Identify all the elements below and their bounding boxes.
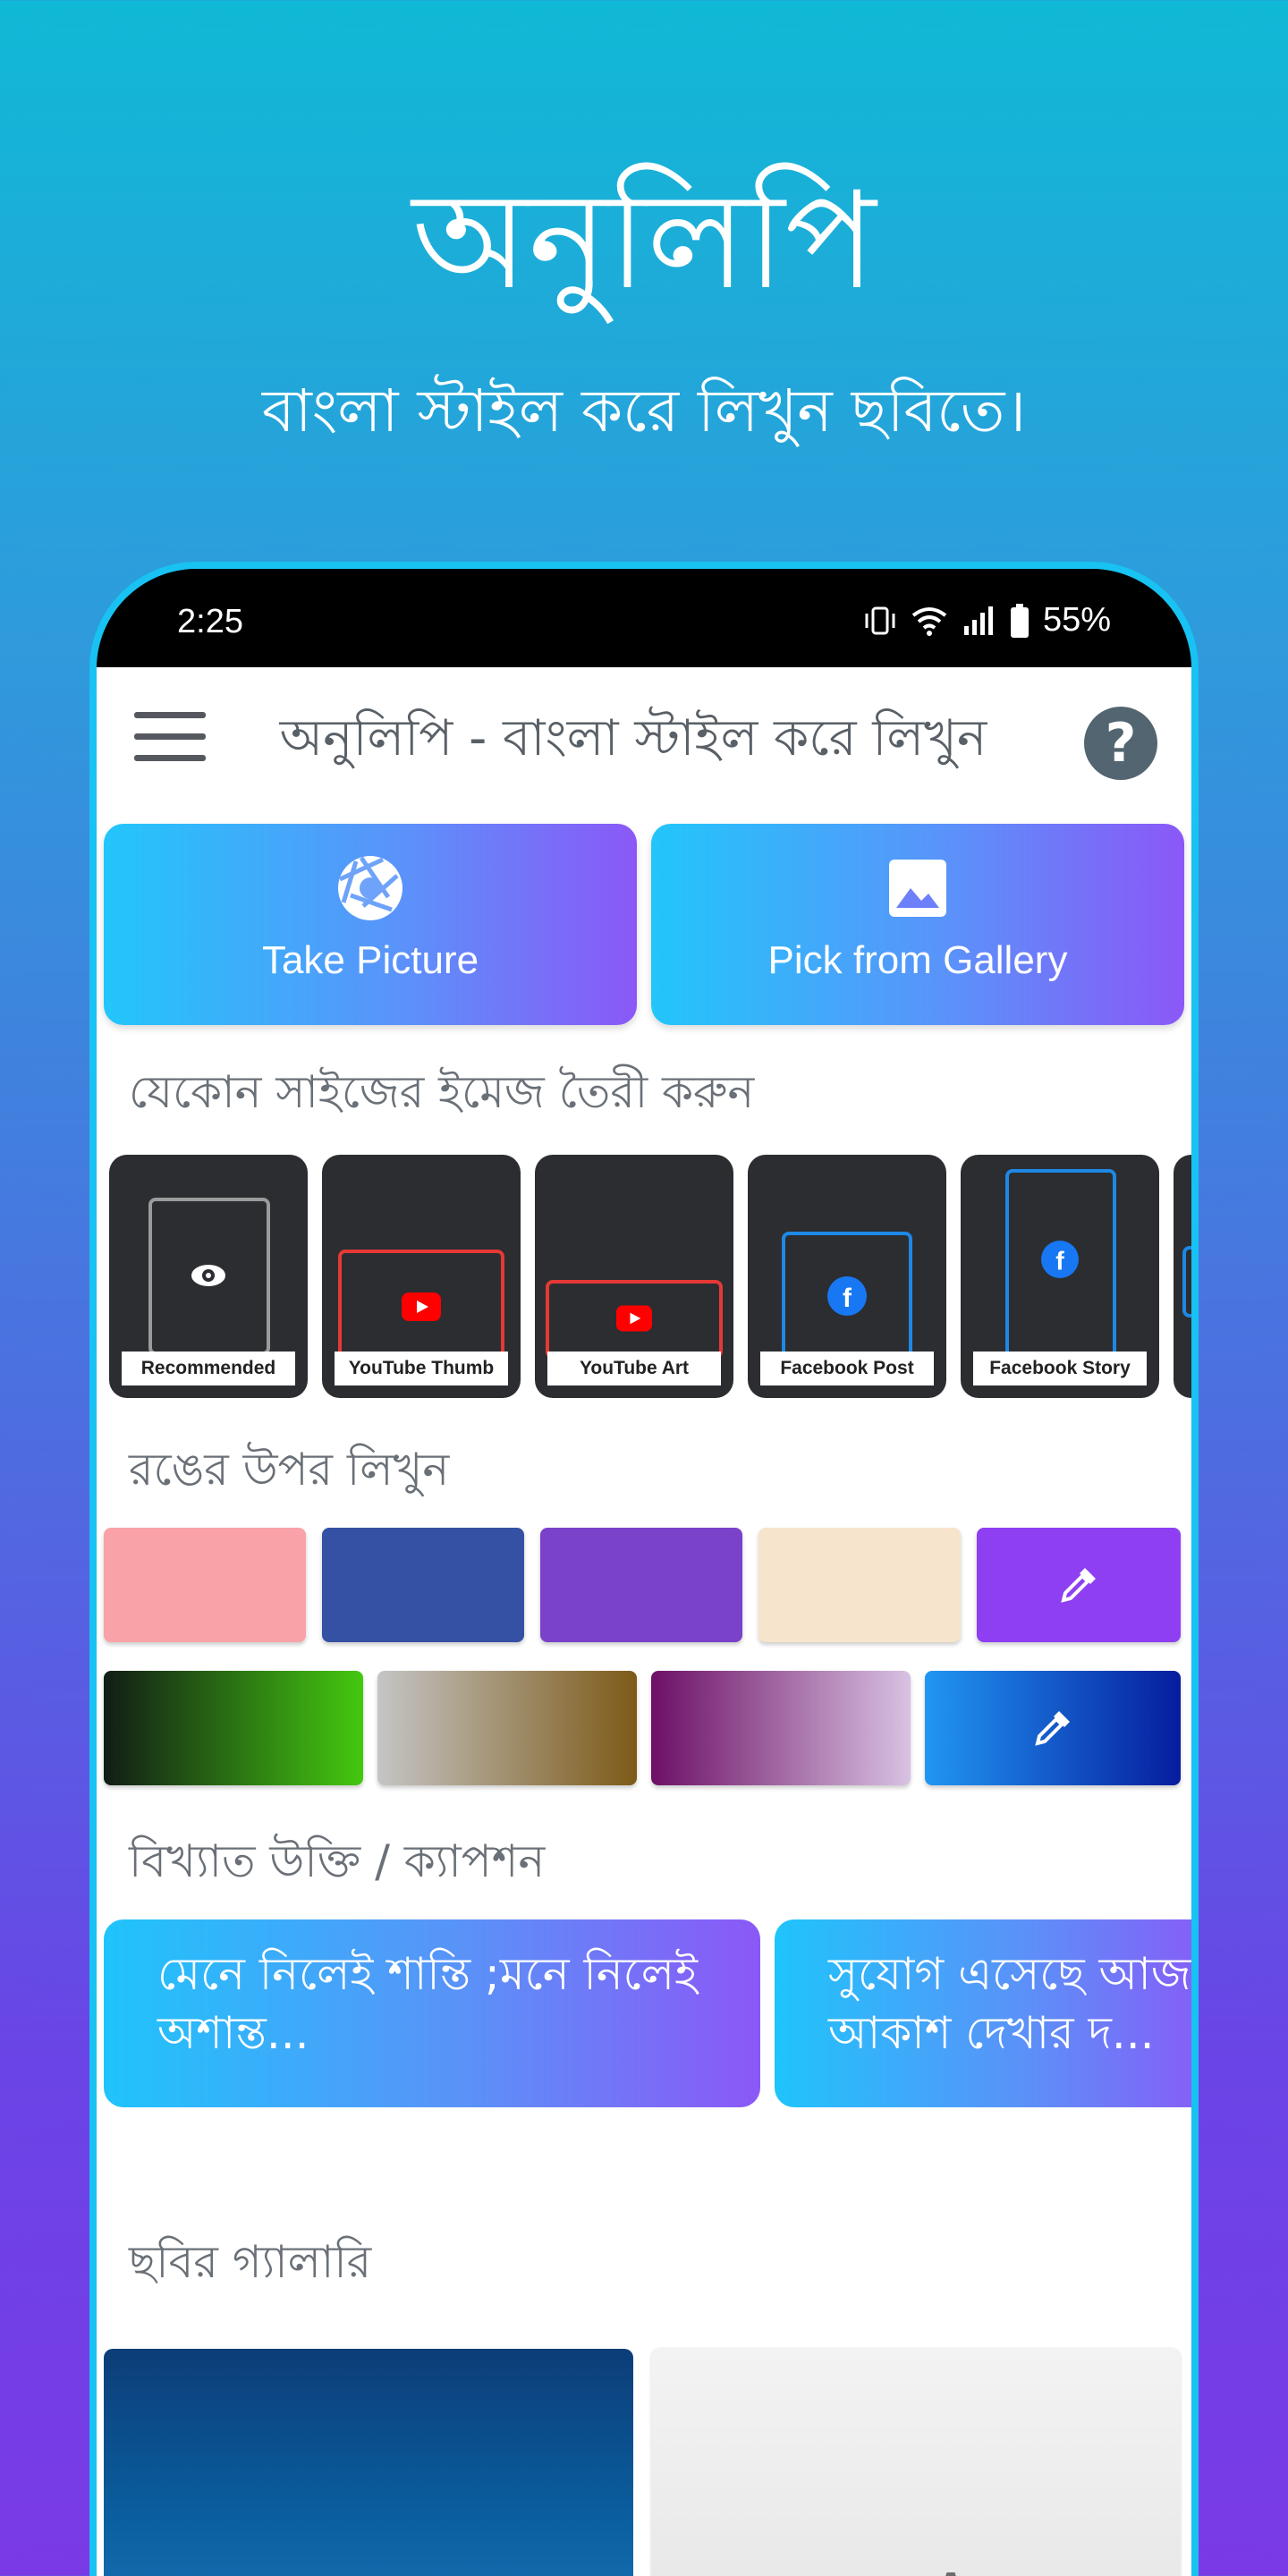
eyedropper-icon	[1035, 1711, 1070, 1746]
take-picture-button[interactable]: Take Picture	[104, 824, 637, 1025]
color-swatch[interactable]	[104, 1528, 306, 1642]
size-preset-youtube-thumb[interactable]: YouTube Thumb	[322, 1155, 521, 1398]
svg-text:f: f	[1055, 1247, 1064, 1275]
signal-icon	[963, 606, 993, 635]
hero-title: অনুলিপি	[411, 164, 877, 319]
size-preset-label: YouTube Art	[547, 1352, 721, 1385]
vibrate-icon	[865, 606, 895, 634]
app-bar: অনুলিপি - বাংলা স্টাইল করে লিখুন ?	[97, 667, 1191, 819]
size-preset-more[interactable]	[1174, 1155, 1191, 1398]
facebook-icon: f	[827, 1276, 867, 1316]
color-swatch[interactable]	[758, 1528, 961, 1642]
camera-aperture-icon	[338, 856, 402, 920]
phone-frame: 2:25 55% অনুলিপি - বাংলা স্টাইল করে লিখু…	[89, 562, 1199, 2576]
app-screen: অনুলিপি - বাংলা স্টাইল করে লিখুন ? Take …	[97, 667, 1191, 2576]
app-bar-title: অনুলিপি - বাংলা স্টাইল করে লিখুন	[279, 709, 987, 767]
size-preset-label: Facebook Story	[973, 1352, 1147, 1385]
size-preset-youtube-art[interactable]: YouTube Art	[535, 1155, 733, 1398]
status-time: 2:25	[177, 603, 243, 640]
gallery-section-heading: ছবির গ্যালারি	[129, 2236, 372, 2288]
gradient-swatch[interactable]	[104, 1671, 363, 1785]
plant-sprig-icon	[945, 2572, 956, 2576]
youtube-icon	[402, 1292, 441, 1321]
quote-card[interactable]: সুযোগ এসেছে আজ, আকাশ দেখার দ...	[775, 1919, 1199, 2107]
size-preset-label: Facebook Post	[760, 1352, 934, 1385]
gradient-swatch[interactable]	[651, 1671, 911, 1785]
svg-text:f: f	[843, 1284, 852, 1313]
colors-section-heading: রঙের উপর লিখুন	[129, 1444, 450, 1496]
quote-card[interactable]: মেনে নিলেই শান্তি ;মনে নিলেই অশান্ত...	[104, 1919, 760, 2107]
quotes-section-heading: বিখ্যাত উক্তি / ক্যাপশন	[129, 1835, 546, 1887]
battery-icon	[1010, 603, 1029, 638]
hamburger-menu-icon[interactable]	[134, 712, 206, 769]
size-preset-facebook-story[interactable]: f Facebook Story	[961, 1155, 1159, 1398]
youtube-icon	[616, 1305, 652, 1332]
pick-from-gallery-label: Pick from Gallery	[767, 938, 1068, 982]
wifi-icon	[911, 606, 947, 636]
gradient-swatch[interactable]	[377, 1671, 637, 1785]
facebook-icon: f	[1041, 1241, 1079, 1278]
custom-gradient-picker-button[interactable]	[925, 1671, 1181, 1785]
size-preset-facebook-post[interactable]: f Facebook Post	[748, 1155, 946, 1398]
help-icon[interactable]: ?	[1084, 707, 1157, 780]
gallery-image[interactable]	[651, 2349, 1181, 2576]
size-preset-label: YouTube Thumb	[335, 1352, 508, 1385]
status-bar: 2:25 55%	[97, 569, 1191, 667]
take-picture-label: Take Picture	[261, 938, 479, 982]
color-swatch[interactable]	[322, 1528, 524, 1642]
hero-subtitle: বাংলা স্টাইল করে লিখুন ছবিতে।	[261, 377, 1027, 445]
battery-percent: 55%	[1042, 601, 1111, 639]
image-icon	[889, 860, 946, 917]
size-preset-label: Recommended	[122, 1352, 295, 1385]
custom-color-picker-button[interactable]	[977, 1528, 1181, 1642]
quote-text: সুযোগ এসেছে আজ, আকাশ দেখার দ...	[828, 1948, 1199, 2059]
color-swatch[interactable]	[540, 1528, 742, 1642]
quote-text: মেনে নিলেই শান্তি ;মনে নিলেই অশান্ত...	[157, 1948, 698, 2059]
size-preset-recommended[interactable]: Recommended	[109, 1155, 308, 1398]
gallery-image[interactable]	[104, 2349, 633, 2576]
status-icons: 55%	[862, 601, 1111, 640]
pick-from-gallery-button[interactable]: Pick from Gallery	[651, 824, 1184, 1025]
sizes-section-heading: যেকোন সাইজের ইমেজ তৈরী করুন	[129, 1066, 755, 1118]
eye-icon	[191, 1265, 225, 1286]
eyedropper-icon	[1061, 1568, 1096, 1603]
